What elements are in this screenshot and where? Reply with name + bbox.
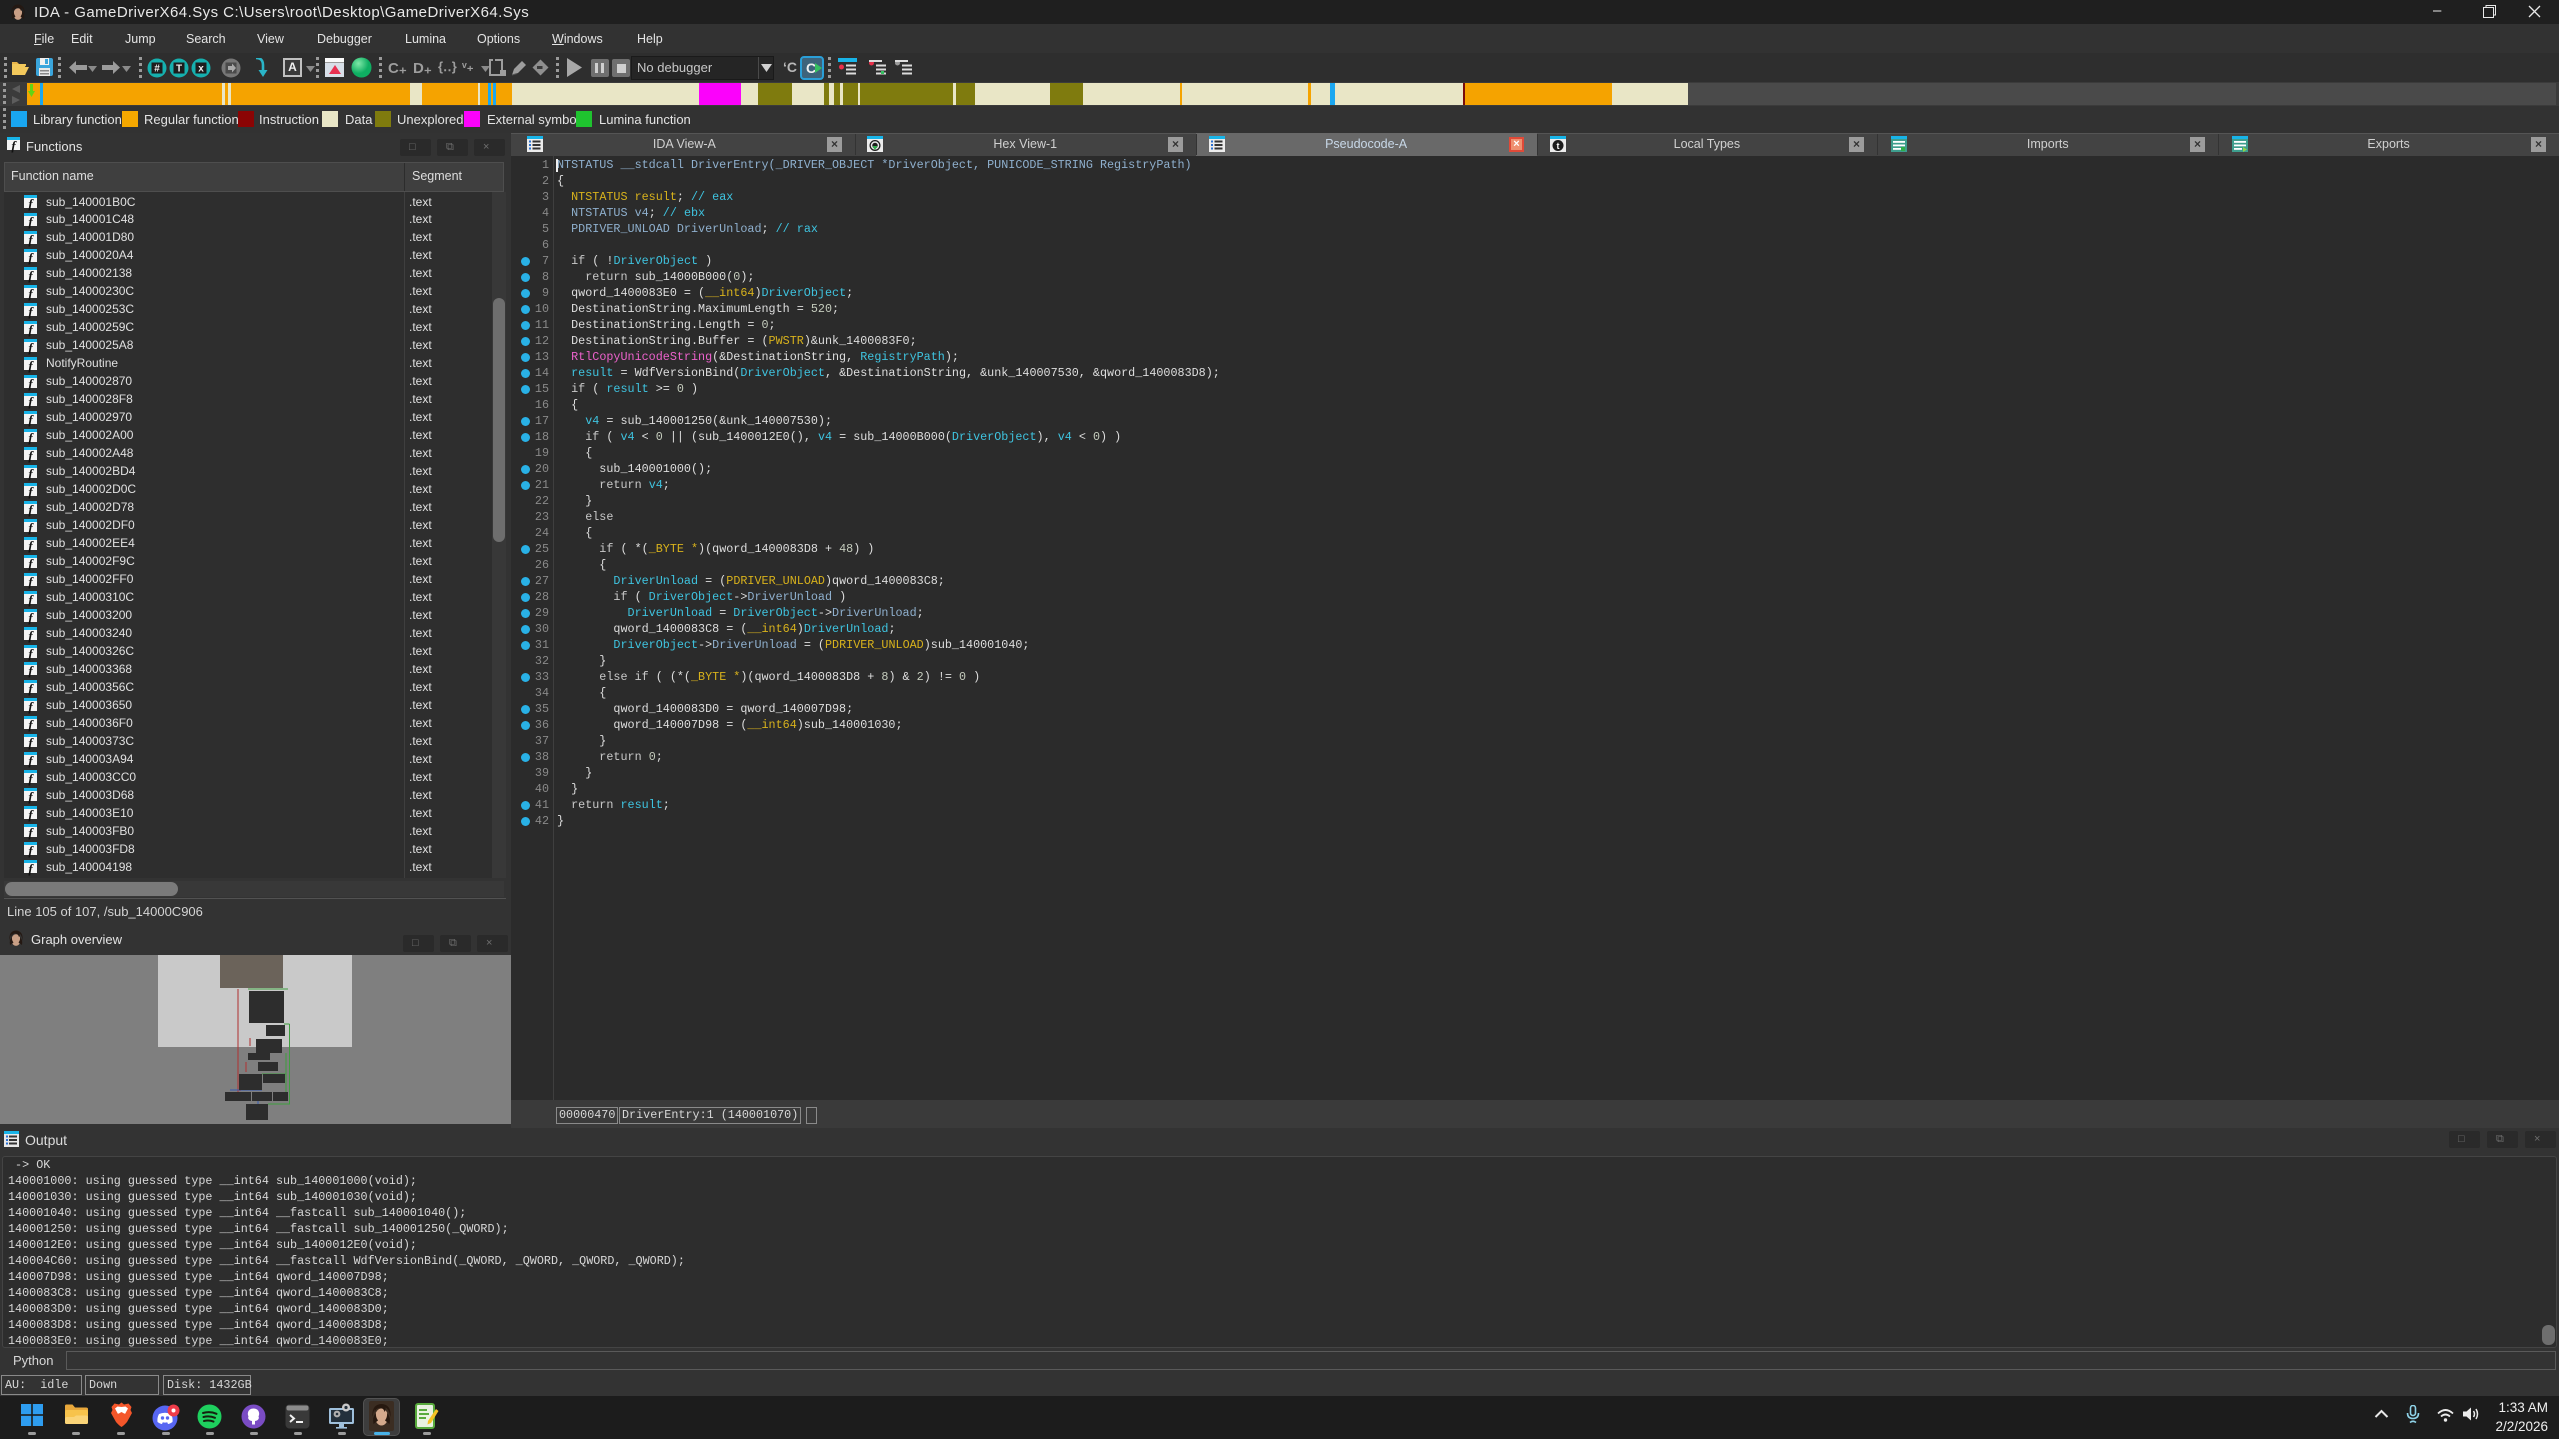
svg-text:x: x bbox=[198, 64, 204, 75]
svg-text:#: # bbox=[154, 64, 160, 75]
svg-text:T: T bbox=[176, 64, 182, 75]
svg-text:t: t bbox=[1557, 141, 1560, 151]
